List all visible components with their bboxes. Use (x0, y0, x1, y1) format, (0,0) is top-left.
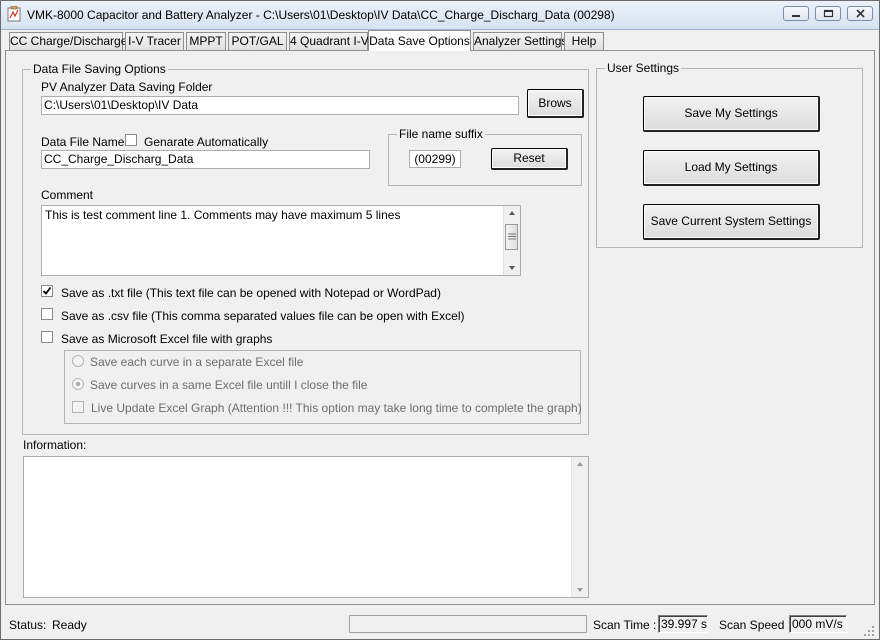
file-name-suffix-group: File name suffix (00299) Reset (388, 127, 582, 186)
save-csv-label: Save as .csv file (This comma separated … (61, 309, 465, 323)
user-settings-title: User Settings (605, 61, 682, 75)
status-label: Status: (9, 618, 47, 632)
information-scrollbar[interactable] (571, 457, 588, 597)
radio-selected-dot (76, 382, 80, 386)
tab-pot-gal[interactable]: POT/GAL (228, 32, 287, 50)
scroll-down-icon (509, 266, 515, 270)
scroll-down-icon (577, 588, 583, 592)
folder-input[interactable]: C:\Users\01\Desktop\IV Data (41, 96, 519, 115)
tab-analyzer-settings[interactable]: Analyzer Settings (473, 32, 567, 50)
suffix-value: (00299) (409, 150, 461, 168)
save-current-system-settings-button[interactable]: Save Current System Settings (643, 204, 820, 240)
tab-data-save-options[interactable]: Data Save Options (368, 30, 471, 51)
status-value: Ready (52, 618, 87, 632)
save-excel-label: Save as Microsoft Excel file with graphs (61, 332, 273, 346)
generate-automatically-checkbox[interactable] (125, 134, 137, 146)
scan-time-label: Scan Time : (593, 618, 657, 632)
title-bar[interactable]: VMK-8000 Capacitor and Battery Analyzer … (1, 1, 879, 30)
folder-label: PV Analyzer Data Saving Folder (41, 80, 213, 94)
maximize-button[interactable] (815, 6, 841, 21)
app-window: VMK-8000 Capacitor and Battery Analyzer … (0, 0, 880, 640)
information-label: Information: (23, 438, 87, 452)
minimize-icon (792, 15, 800, 17)
file-name-suffix-title: File name suffix (397, 127, 485, 141)
live-update-checkbox[interactable] (72, 401, 84, 413)
maximize-icon (823, 9, 834, 18)
load-my-settings-button[interactable]: Load My Settings (643, 150, 820, 186)
tab-mppt[interactable]: MPPT (186, 32, 226, 50)
tab-4-quadrant-iv[interactable]: 4 Quadrant I-V (289, 32, 369, 50)
information-textarea[interactable] (23, 456, 589, 598)
save-txt-checkbox[interactable] (41, 285, 53, 297)
grip-icon (508, 233, 516, 240)
save-same-label: Save curves in a same Excel file untill … (90, 378, 368, 392)
excel-options-group: Save each curve in a separate Excel file… (64, 350, 582, 424)
scroll-up-icon (509, 211, 515, 215)
resize-grip-icon[interactable] (863, 625, 875, 637)
scan-speed-label: Scan Speed : (719, 618, 792, 632)
data-file-saving-title: Data File Saving Options (31, 62, 168, 76)
comment-text: This is test comment line 1. Comments ma… (45, 208, 401, 222)
scan-speed-value: 000 mV/s (789, 615, 847, 633)
tab-iv-tracer[interactable]: I-V Tracer (125, 32, 184, 50)
close-icon (856, 9, 865, 18)
tab-page-data-save-options: Data File Saving Options PV Analyzer Dat… (5, 50, 875, 605)
scan-time-value: 39.997 s (658, 615, 708, 633)
tab-cc-charge-discharge[interactable]: CC Charge/Discharge (9, 32, 127, 50)
close-button[interactable] (847, 6, 873, 21)
generate-automatically-label: Genarate Automatically (144, 135, 269, 149)
save-csv-checkbox[interactable] (41, 308, 53, 320)
reset-button[interactable]: Reset (491, 148, 568, 170)
save-separate-label: Save each curve in a separate Excel file (90, 355, 304, 369)
comment-label: Comment (41, 188, 94, 202)
save-same-radio[interactable] (72, 378, 84, 390)
save-my-settings-button[interactable]: Save My Settings (643, 96, 820, 132)
save-separate-radio[interactable] (72, 355, 84, 367)
scroll-up-icon (577, 462, 583, 466)
scroll-thumb[interactable] (505, 224, 518, 250)
live-update-label: Live Update Excel Graph (Attention !!! T… (91, 401, 582, 415)
file-name-input[interactable]: CC_Charge_Discharg_Data (41, 150, 370, 169)
app-icon (7, 6, 21, 22)
browse-button[interactable]: Brows (527, 89, 584, 118)
file-name-label: Data File Name (41, 135, 125, 149)
check-mark-icon (42, 286, 52, 295)
comment-scrollbar[interactable] (503, 206, 520, 275)
minimize-button[interactable] (783, 6, 809, 21)
save-excel-checkbox[interactable] (41, 331, 53, 343)
user-settings-group: User Settings Save My Settings Load My S… (596, 61, 863, 248)
save-txt-label: Save as .txt file (This text file can be… (61, 286, 441, 300)
status-bar: Status: Ready Scan Time : 39.997 s Scan … (1, 611, 879, 639)
tab-help[interactable]: Help (564, 32, 604, 50)
progress-bar (349, 615, 587, 633)
comment-textarea[interactable]: This is test comment line 1. Comments ma… (41, 205, 521, 276)
window-title: VMK-8000 Capacitor and Battery Analyzer … (27, 8, 615, 22)
data-file-saving-group: Data File Saving Options PV Analyzer Dat… (22, 62, 589, 435)
